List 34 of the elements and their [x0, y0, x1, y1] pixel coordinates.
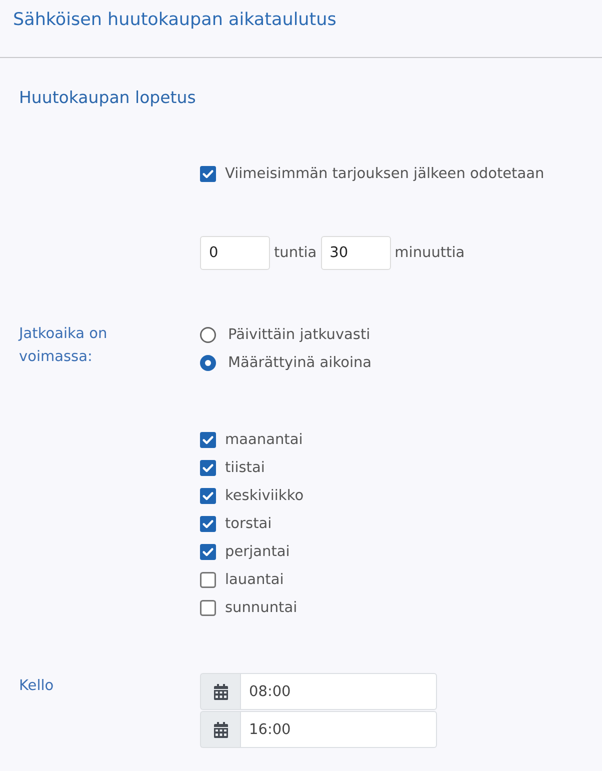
- day-label[interactable]: torstai: [225, 514, 272, 534]
- checkbox[interactable]: [200, 432, 216, 448]
- calendar-addon[interactable]: [200, 711, 240, 748]
- unit-label: minuuttia: [394, 244, 465, 263]
- checkbox-label[interactable]: Viimeisimmän tarjouksen jälkeen odotetaan: [225, 164, 544, 184]
- field-label: Kello: [19, 677, 54, 696]
- day-label[interactable]: perjantai: [225, 542, 290, 562]
- field-label: Jatkoaika on voimassa:: [19, 325, 108, 367]
- calendar-icon: [214, 684, 228, 700]
- section-heading: Huutokaupan lopetus: [19, 87, 196, 109]
- checkbox[interactable]: [200, 572, 216, 588]
- radio-button[interactable]: [200, 355, 216, 371]
- number-field[interactable]: 0: [200, 236, 270, 270]
- checkbox[interactable]: [200, 544, 216, 560]
- unit-label: tuntia: [274, 244, 317, 263]
- checkbox[interactable]: [200, 600, 216, 616]
- day-label[interactable]: tiistai: [225, 458, 265, 478]
- calendar-icon: [214, 722, 228, 738]
- radio-button[interactable]: [200, 327, 216, 343]
- calendar-addon[interactable]: [200, 673, 240, 710]
- time-field[interactable]: 16:00: [240, 711, 437, 748]
- day-label[interactable]: maanantai: [225, 430, 303, 450]
- page-title: Sähköisen huutokaupan aikataulutus: [13, 9, 336, 31]
- checkbox[interactable]: [200, 460, 216, 476]
- radio-label[interactable]: Päivittäin jatkuvasti: [228, 325, 370, 345]
- day-label[interactable]: sunnuntai: [225, 598, 298, 618]
- checkbox[interactable]: [200, 488, 216, 504]
- checkbox[interactable]: [200, 516, 216, 532]
- time-field[interactable]: 08:00: [240, 673, 437, 710]
- day-label[interactable]: lauantai: [225, 570, 284, 590]
- number-field[interactable]: 30: [320, 236, 391, 270]
- day-label[interactable]: keskiviikko: [225, 486, 304, 506]
- checkbox[interactable]: [200, 166, 216, 182]
- radio-label[interactable]: Määrättyinä aikoina: [228, 353, 372, 373]
